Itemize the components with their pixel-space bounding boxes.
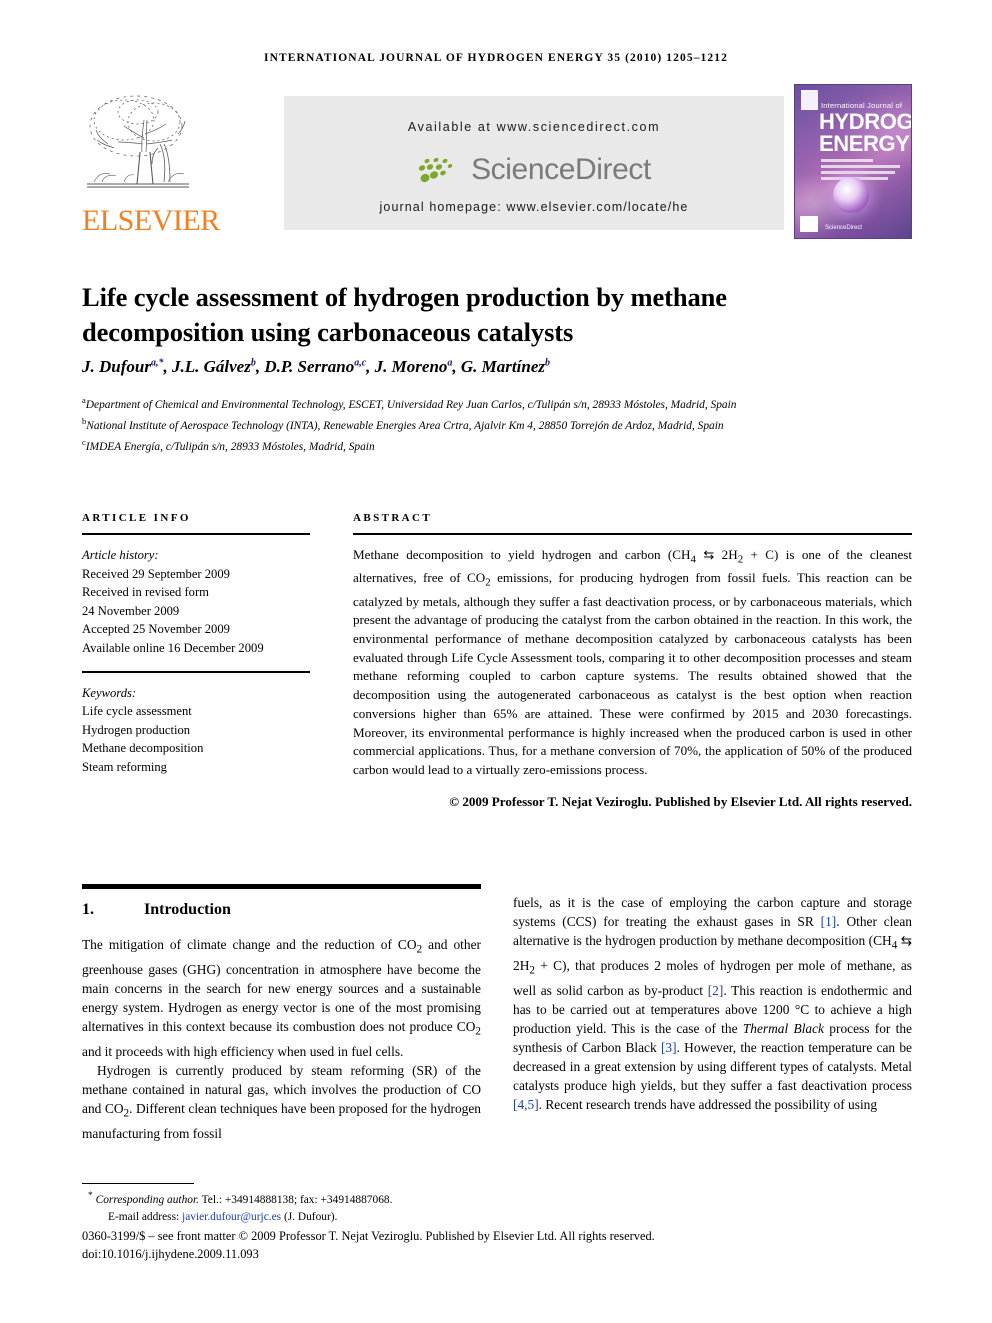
citation-link[interactable]: [1] xyxy=(821,914,837,929)
section-title: Introduction xyxy=(144,901,231,918)
affiliation-item: aDepartment of Chemical and Environmenta… xyxy=(82,395,737,411)
author-affiliation-mark: a,* xyxy=(150,357,164,369)
doi-line: doi:10.1016/j.ijhydene.2009.11.093 xyxy=(82,1247,259,1262)
author-affiliation-mark: a,c xyxy=(354,357,367,369)
abstract-divider xyxy=(353,533,912,535)
author-item: J. Dufoura,* xyxy=(82,357,164,376)
intro-left-text: The mitigation of climate change and the… xyxy=(82,935,481,1143)
cover-title-energy: ENERGY xyxy=(819,131,910,156)
author-list: J. Dufoura,*, J.L. Gálvezb, D.P. Serrano… xyxy=(82,357,550,376)
sciencedirect-wordmark: ScienceDirect xyxy=(471,153,651,186)
history-item: Accepted 25 November 2009 xyxy=(82,622,230,637)
footnote-rule xyxy=(82,1183,194,1184)
abstract-copyright: © 2009 Professor T. Nejat Veziroglu. Pub… xyxy=(449,793,912,809)
author-affiliation-mark: a xyxy=(447,357,453,369)
author-item: J. Morenoa xyxy=(374,357,453,376)
article-history-heading: Article history: xyxy=(82,548,159,562)
history-item: Available online 16 December 2009 xyxy=(82,640,264,655)
author-item: J.L. Gálvezb xyxy=(171,357,256,376)
sciencedirect-leaves-icon xyxy=(418,157,453,183)
corresponding-author-note: * Corresponding author. Tel.: +349148881… xyxy=(82,1188,582,1227)
corresponding-line: * Corresponding author. Tel.: +349148881… xyxy=(88,1191,393,1206)
keyword-item: Life cycle assessment xyxy=(82,704,192,719)
paragraph: Hydrogen is currently produced by steam … xyxy=(82,1062,481,1141)
keyword-item: Methane decomposition xyxy=(82,741,204,756)
keywords-heading: Keywords: xyxy=(82,685,137,700)
paragraph: The mitigation of climate change and the… xyxy=(82,937,481,1059)
keyword-item: Steam reforming xyxy=(82,759,167,774)
corresponding-marker: * xyxy=(88,1191,93,1201)
elsevier-tree-icon xyxy=(84,86,192,204)
cover-title-hydrogen: HYDROGEN xyxy=(819,109,912,134)
cover-he-badge-icon xyxy=(800,216,818,232)
available-at-text: Available at www.sciencedirect.com xyxy=(407,120,661,134)
email-link[interactable]: javier.dufour@urjc.es xyxy=(182,1211,281,1223)
journal-homepage-text: journal homepage: www.elsevier.com/locat… xyxy=(379,200,689,214)
running-head: INTERNATIONAL JOURNAL OF HYDROGEN ENERGY… xyxy=(264,52,728,64)
cover-elsevier-mark-icon xyxy=(801,90,818,110)
citation-link[interactable]: [3] xyxy=(661,1040,677,1055)
citation-link[interactable]: [4,5] xyxy=(513,1097,539,1112)
section-number: 1. xyxy=(82,901,94,918)
elsevier-logo: ELSEVIER xyxy=(82,86,220,242)
article-info-divider xyxy=(82,533,310,535)
cover-editor-lines xyxy=(821,159,907,183)
intro-right-text: fuels, as it is the case of employing th… xyxy=(513,893,912,1114)
citation-link[interactable]: [2] xyxy=(708,983,724,998)
article-info-label: ARTICLE INFO xyxy=(82,512,191,524)
keywords-block: Keywords: Life cycle assessment Hydrogen… xyxy=(82,684,310,777)
sciencedirect-band: Available at www.sciencedirect.com Scien… xyxy=(284,96,784,230)
imprint-block: 0360-3199/$ – see front matter © 2009 Pr… xyxy=(82,1227,912,1264)
sciencedirect-logo: ScienceDirect xyxy=(284,148,784,192)
body-column-left: 1. Introduction The mitigation of climat… xyxy=(82,893,481,1143)
paragraph: fuels, as it is the case of employing th… xyxy=(513,895,912,1113)
affiliation-list: aDepartment of Chemical and Environmenta… xyxy=(82,392,912,456)
history-item: Received in revised form xyxy=(82,585,209,600)
history-item: Received 29 September 2009 xyxy=(82,566,230,581)
body-column-right: fuels, as it is the case of employing th… xyxy=(513,893,912,1114)
section-top-rule xyxy=(82,884,481,889)
author-item: D.P. Serranoa,c xyxy=(264,357,367,376)
keywords-divider xyxy=(82,670,310,673)
section-heading: 1. Introduction xyxy=(82,901,481,919)
imprint-line: 0360-3199/$ – see front matter © 2009 Pr… xyxy=(82,1229,655,1243)
cover-orb-graphic xyxy=(833,177,869,213)
article-history: Article history: Received 29 September 2… xyxy=(82,546,310,658)
elsevier-wordmark: ELSEVIER xyxy=(82,204,220,237)
author-affiliation-mark: b xyxy=(544,357,550,369)
author-affiliation-mark: b xyxy=(250,357,256,369)
page-title: Life cycle assessment of hydrogen produc… xyxy=(82,281,727,347)
cover-sciencedirect-label: ScienceDirect xyxy=(825,225,863,231)
email-line: E-mail address: javier.dufour@urjc.es (J… xyxy=(108,1211,338,1224)
history-item: 24 November 2009 xyxy=(82,603,180,618)
abstract-section: ABSTRACT Methane decomposition to yield … xyxy=(353,512,912,811)
masthead: ELSEVIER Available at www.sciencedirect.… xyxy=(82,84,912,242)
keyword-item: Hydrogen production xyxy=(82,722,191,737)
author-item: G. Martínezb xyxy=(460,357,550,376)
journal-cover-thumbnail: International Journal of HYDROGEN ENERGY… xyxy=(794,84,912,239)
affiliation-item: cIMDEA Energía, c/Tulipán s/n, 28933 Mós… xyxy=(82,437,375,454)
article-first-page: INTERNATIONAL JOURNAL OF HYDROGEN ENERGY… xyxy=(0,0,992,1323)
article-info-section: ARTICLE INFO Article history: Received 2… xyxy=(82,512,310,777)
abstract-label: ABSTRACT xyxy=(353,512,433,524)
abstract-text: Methane decomposition to yield hydrogen … xyxy=(353,547,912,777)
affiliation-item: bNational Institute of Aerospace Technol… xyxy=(82,416,724,432)
